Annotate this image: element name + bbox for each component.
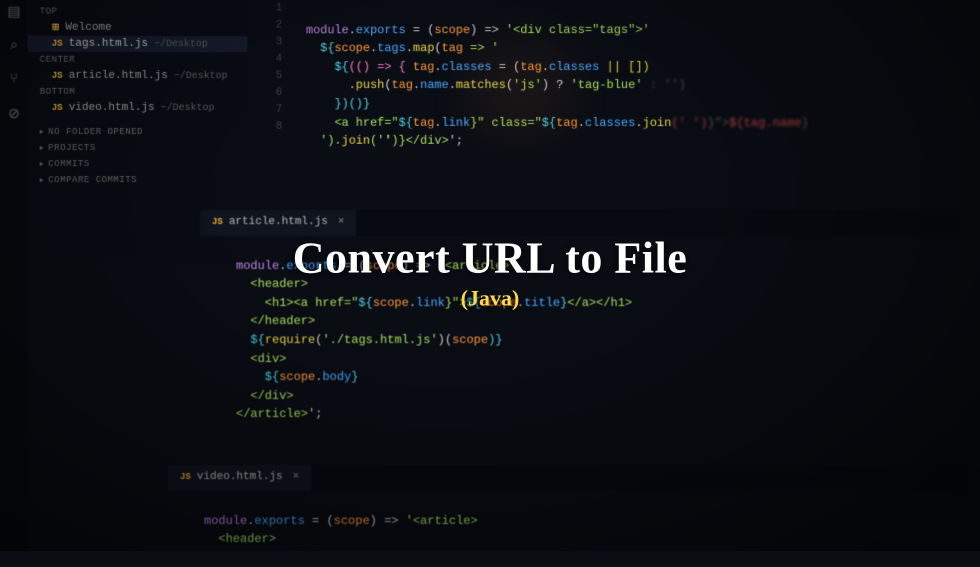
- sidebar-item-video[interactable]: JS video.html.js ~/Desktop: [28, 100, 248, 116]
- js-icon: JS: [212, 216, 223, 230]
- sidebar-item-label: article.html.js: [69, 70, 168, 82]
- editor-pane-tags: 1 2 3 4 5 6 7 8 module.exports = (scope)…: [263, 0, 980, 170]
- sidebar-item-welcome[interactable]: ⊞ Welcome: [28, 19, 248, 36]
- code-content[interactable]: module.exports = (scope) => '<article> <…: [200, 236, 960, 443]
- tab-video[interactable]: JS video.html.js ×: [168, 465, 312, 491]
- vscode-icon: ⊞: [52, 23, 60, 33]
- tab-label: video.html.js: [197, 469, 283, 486]
- js-icon: JS: [52, 103, 63, 113]
- tab-label: article.html.js: [229, 214, 328, 231]
- explorer-folder-none[interactable]: ▸NO FOLDER OPENED: [28, 124, 248, 140]
- tab-bar: JS video.html.js ×: [168, 465, 968, 491]
- explorer-folder-compare[interactable]: ▸COMPARE COMMITS: [28, 172, 248, 188]
- chevron-right-icon: ▸: [40, 144, 45, 153]
- tab-bar: JS article.html.js ×: [200, 210, 960, 236]
- files-icon[interactable]: ▤: [6, 4, 22, 20]
- js-icon: JS: [52, 71, 63, 81]
- js-icon: JS: [52, 39, 63, 49]
- chevron-right-icon: ▸: [40, 128, 45, 137]
- sidebar-item-label: Welcome: [65, 22, 111, 34]
- search-icon[interactable]: ⌕: [6, 38, 22, 54]
- sidebar-item-tags[interactable]: JS tags.html.js ~/Desktop: [28, 36, 248, 53]
- tab-article[interactable]: JS article.html.js ×: [200, 210, 357, 236]
- activity-bar: ▤ ⌕ ⑂ ⊘: [0, 0, 28, 551]
- sidebar-item-path: ~/Desktop: [174, 71, 228, 82]
- sidebar-item-path: ~/Desktop: [161, 103, 215, 114]
- explorer-folder-projects[interactable]: ▸PROJECTS: [28, 140, 248, 156]
- git-icon[interactable]: ⑂: [6, 72, 22, 88]
- close-icon[interactable]: ×: [293, 469, 300, 486]
- sidebar-item-path: ~/Desktop: [154, 39, 208, 50]
- explorer-section-center: CENTER: [28, 52, 248, 69]
- explorer-folder-commits[interactable]: ▸COMMITS: [28, 156, 248, 172]
- editor-pane-video: JS video.html.js × module.exports = (sco…: [168, 465, 968, 567]
- editor-pane-article: JS article.html.js × module.exports = (s…: [200, 210, 960, 443]
- code-content[interactable]: module.exports = (scope) => '<article> <…: [168, 491, 968, 567]
- close-icon[interactable]: ×: [338, 214, 345, 231]
- explorer-section-bottom: BOTTOM: [28, 84, 248, 100]
- line-gutter: 1 2 3 4 5 6 7 8: [263, 1, 291, 137]
- chevron-right-icon: ▸: [40, 160, 45, 169]
- sidebar-item-article[interactable]: JS article.html.js ~/Desktop: [28, 68, 248, 85]
- chevron-right-icon: ▸: [40, 176, 45, 185]
- explorer-section-top: TOP: [28, 3, 248, 20]
- js-icon: JS: [180, 471, 191, 485]
- code-content[interactable]: module.exports = (scope) => '<div class=…: [263, 0, 980, 170]
- debug-icon[interactable]: ⊘: [6, 106, 22, 122]
- sidebar-item-label: video.html.js: [69, 102, 155, 114]
- sidebar-item-label: tags.html.js: [69, 38, 148, 50]
